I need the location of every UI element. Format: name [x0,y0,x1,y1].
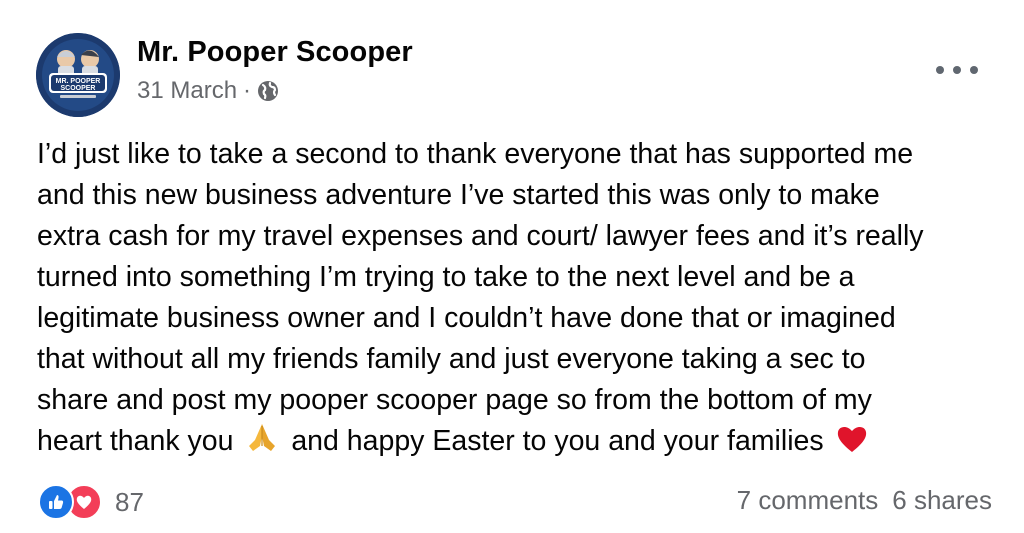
post-meta: 31 March · [137,77,280,105]
folded-hands-emoji [245,422,279,466]
post-text-last-line: heart thank you and happy Easter to you … [37,421,997,462]
avatar-logo-line2: SCOOPER [60,85,95,92]
shares-count-link[interactable]: 6 shares [892,485,992,516]
avatar-logo-line1: MR. POOPER [56,78,101,85]
post-stats: 7 comments 6 shares [737,485,992,516]
post-text-line: that without all my friends family and j… [37,343,866,375]
post-text-line: and this new business adventure I’ve sta… [37,179,880,211]
author-name[interactable]: Mr. Pooper Scooper [137,36,413,69]
comments-count-link[interactable]: 7 comments [737,485,879,516]
facebook-post: MR. POOPER SCOOPER Mr. Pooper Scooper 31… [0,0,1024,533]
post-text-line: legitimate business owner and I couldn’t… [37,302,896,334]
post-body: I’d just like to take a second to thank … [37,134,997,462]
avatar[interactable]: MR. POOPER SCOOPER [36,33,120,117]
post-text-fragment: heart thank you [37,425,234,457]
post-date[interactable]: 31 March [137,77,237,105]
reaction-count: 87 [115,486,144,517]
meta-separator: · [243,77,252,104]
more-options-icon[interactable] [936,58,978,82]
reactions-summary[interactable]: 87 [38,484,144,520]
post-text-fragment: and happy Easter to you and your familie… [291,425,824,457]
post-text-line: I’d just like to take a second to thank … [37,138,914,170]
globe-icon[interactable] [256,79,280,103]
post-text-line: share and post my pooper scooper page so… [37,384,872,416]
post-text-line: extra cash for my travel expenses and co… [37,220,924,252]
red-heart-emoji [836,424,868,466]
post-text-line: turned into something I’m trying to take… [37,261,855,293]
like-icon [38,484,74,520]
